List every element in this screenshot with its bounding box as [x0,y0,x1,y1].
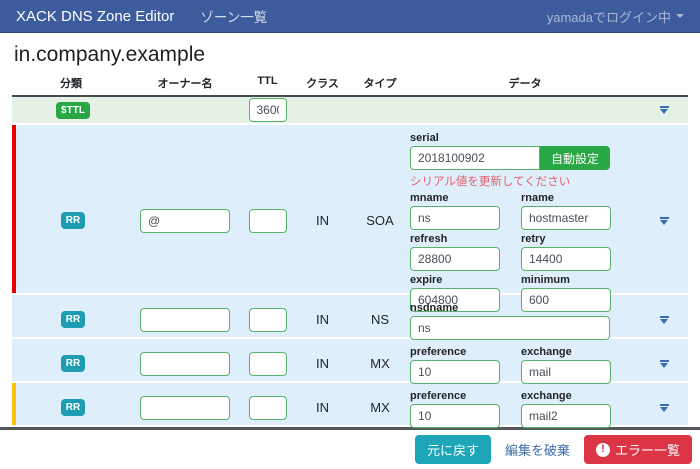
mname-input[interactable] [410,206,500,230]
caret-down-icon [660,360,669,362]
rr-badge: RR [61,311,85,328]
nsdname-input[interactable] [410,316,610,340]
ttl-directive-input[interactable] [249,98,287,122]
col-header-classification: 分類 [12,75,130,91]
mx-record-row-2: RR IN MX preference exchange [12,383,688,425]
exchange-label: exchange [521,390,611,402]
exchange-label: exchange [521,346,611,358]
soa-row-menu-toggle[interactable] [660,217,669,225]
serial-label: serial [410,132,640,144]
action-bar: 元に戻す 編集を破棄 ! エラー一覧 [0,427,700,469]
retry-input[interactable] [521,247,611,271]
rname-label: rname [521,192,611,204]
mx1-exchange-input[interactable] [521,360,611,384]
error-list-button[interactable]: ! エラー一覧 [584,435,692,464]
minimum-label: minimum [521,274,611,286]
soa-ttl-input[interactable] [249,209,287,233]
col-header-type: タイプ [350,75,410,91]
col-header-owner: オーナー名 [130,75,240,91]
col-header-class: クラス [295,75,350,91]
page-title: in.company.example [14,43,686,67]
col-header-data: データ [410,75,640,91]
ns-record-row: RR IN NS nsdname [12,295,688,337]
rr-badge: RR [61,212,85,229]
error-icon: ! [596,443,610,457]
ns-row-menu-toggle[interactable] [660,316,669,324]
ns-ttl-input[interactable] [249,308,287,332]
refresh-input[interactable] [410,247,500,271]
navbar: XACK DNS Zone Editor ゾーン一覧 yamadaでログイン中 [0,0,700,33]
ns-class-label: IN [316,312,329,327]
app-title: XACK DNS Zone Editor [16,8,174,25]
mx2-preference-input[interactable] [410,404,500,428]
undo-button[interactable]: 元に戻す [415,435,491,464]
mx2-owner-input[interactable] [140,396,230,420]
mx2-type-label: MX [370,400,390,415]
serial-input[interactable] [410,146,540,170]
col-header-ttl: TTL [240,75,295,91]
auto-serial-button[interactable]: 自動設定 [540,146,610,170]
caret-down-icon [660,217,669,219]
ttl-badge: $TTL [56,102,90,119]
mx2-class-label: IN [316,400,329,415]
caret-down-icon [660,404,669,406]
chevron-down-icon [676,14,684,18]
mx2-row-menu-toggle[interactable] [660,404,669,412]
mx1-row-menu-toggle[interactable] [660,360,669,368]
soa-type-label: SOA [366,213,393,228]
mname-label: mname [410,192,500,204]
table-header: 分類 オーナー名 TTL クラス タイプ データ [12,75,688,97]
rr-badge: RR [61,355,85,372]
mx1-owner-input[interactable] [140,352,230,376]
mx2-ttl-input[interactable] [249,396,287,420]
user-menu[interactable]: yamadaでログイン中 [547,7,684,26]
preference-label: preference [410,390,500,402]
caret-down-icon [660,316,669,318]
soa-class-label: IN [316,213,329,228]
preference-label: preference [410,346,500,358]
rr-badge: RR [61,399,85,416]
caret-down-icon [660,106,669,108]
ttl-row-menu-toggle[interactable] [660,106,669,114]
mx1-class-label: IN [316,356,329,371]
nav-zone-list[interactable]: ゾーン一覧 [200,6,267,26]
ttl-directive-row: $TTL [12,97,688,123]
mx1-type-label: MX [370,356,390,371]
soa-owner-input[interactable] [140,209,230,233]
serial-error-message: シリアル値を更新してください [410,173,640,189]
ns-owner-input[interactable] [140,308,230,332]
user-menu-label: yamadaでログイン中 [547,7,671,26]
ns-type-label: NS [371,312,389,327]
nsdname-label: nsdname [410,302,640,314]
soa-record-row: RR IN SOA serial 自動設定 シリアル値を更新してください mna… [12,125,688,293]
expire-label: expire [410,274,500,286]
zone-editor-page: in.company.example 分類 オーナー名 TTL クラス タイプ … [0,43,700,425]
retry-label: retry [521,233,611,245]
mx2-exchange-input[interactable] [521,404,611,428]
mx1-preference-input[interactable] [410,360,500,384]
error-list-label: エラー一覧 [615,440,680,459]
mx-record-row-1: RR IN MX preference exchange [12,339,688,381]
rname-input[interactable] [521,206,611,230]
refresh-label: refresh [410,233,500,245]
mx1-ttl-input[interactable] [249,352,287,376]
discard-edits-button[interactable]: 編集を破棄 [503,435,572,464]
